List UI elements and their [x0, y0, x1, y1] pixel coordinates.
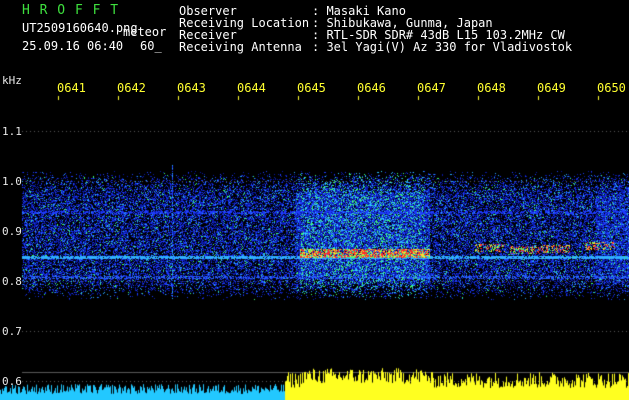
meteor-label: meteor — [123, 25, 167, 39]
time-tick: 0646 — [357, 81, 386, 95]
freq-label: 0.8 — [2, 275, 22, 288]
freq-label: 1.1 — [2, 125, 22, 138]
app-title: H R O F F T — [22, 3, 120, 18]
datetime: 25.09.16 06:40 — [22, 39, 124, 53]
freq-unit-label: kHz — [2, 74, 22, 87]
time-tick: 0644 — [237, 81, 266, 95]
antenna-label: Receiving Antenna — [179, 40, 302, 54]
time-tick: 0645 — [297, 81, 326, 95]
filename: UT2509160640.png — [22, 21, 138, 35]
freq-label: 0.9 — [2, 225, 22, 238]
time-tick: 0641 — [57, 81, 86, 95]
time-tick: 0642 — [117, 81, 146, 95]
freq-label: 0.6 — [2, 375, 22, 388]
time-tick: 0650 — [597, 81, 626, 95]
freq-label: 0.7 — [2, 325, 22, 338]
time-tick: 0649 — [537, 81, 566, 95]
count-readout: 60_ — [140, 39, 162, 53]
freq-label: 1.0 — [2, 175, 22, 188]
antenna-value: : 3el Yagi(V) Az 330 for Vladivostok — [312, 40, 573, 54]
time-tick: 0647 — [417, 81, 446, 95]
time-tick: 0648 — [477, 81, 506, 95]
spectrogram-canvas — [0, 0, 629, 400]
time-tick: 0643 — [177, 81, 206, 95]
